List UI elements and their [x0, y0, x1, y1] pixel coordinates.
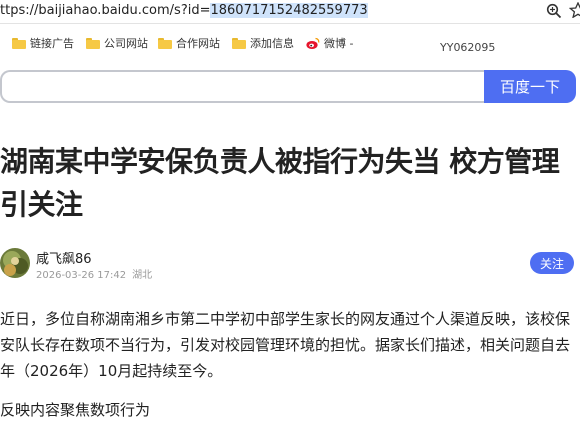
avatar[interactable]	[0, 248, 30, 278]
publish-time: 2026-03-26 17:42	[36, 270, 127, 281]
article-meta: 2026-03-26 17:42 湖北	[36, 266, 152, 281]
folder-icon	[86, 37, 100, 49]
url-selected: 1860717152482559773	[210, 3, 368, 18]
bookmark-label: 添加信息	[250, 37, 294, 50]
zoom-icon[interactable]	[546, 3, 562, 19]
bookmark-item[interactable]: 公司网站	[86, 35, 148, 51]
search-button[interactable]: 百度一下	[484, 70, 576, 103]
bookmark-item[interactable]: 合作网站	[158, 35, 220, 51]
folder-icon	[12, 37, 26, 49]
bookmark-item[interactable]: 链接广告	[12, 35, 74, 51]
bookmark-item-weibo[interactable]: 微博 -	[306, 35, 353, 51]
article-paragraph: 反映内容聚焦数项行为	[0, 401, 151, 419]
folder-icon	[158, 37, 172, 49]
address-bar[interactable]: ttps://baijiahao.baidu.com/s?id=18607171…	[0, 0, 580, 24]
follow-button[interactable]: 关注	[530, 252, 574, 274]
watermark-text: YY062095	[440, 41, 496, 54]
author-name[interactable]: 咸飞飙86	[36, 248, 92, 267]
publish-location: 湖北	[132, 270, 153, 281]
star-icon[interactable]	[569, 2, 580, 18]
url-prefix: ttps://baijiahao.baidu.com/s?id=	[0, 3, 211, 18]
folder-icon	[232, 37, 246, 49]
url-text[interactable]: ttps://baijiahao.baidu.com/s?id=18607171…	[0, 3, 368, 18]
article-paragraph: 近日，多位自称湖南湘乡市第二中学初中部学生家长的网友通过个人渠道反映，该校保安队…	[0, 310, 571, 380]
bookmark-label: 合作网站	[176, 37, 220, 50]
search-input[interactable]	[0, 70, 484, 103]
bookmark-label: 链接广告	[30, 37, 74, 50]
search-bar: 百度一下	[0, 70, 576, 103]
bookmark-item[interactable]: 添加信息	[232, 35, 294, 51]
bookmark-label: 公司网站	[104, 37, 148, 50]
article-title: 湖南某中学安保负责人被指行为失当 校方管理引关注	[0, 145, 560, 221]
weibo-icon	[306, 37, 320, 50]
bookmark-label: 微博 -	[324, 37, 354, 50]
